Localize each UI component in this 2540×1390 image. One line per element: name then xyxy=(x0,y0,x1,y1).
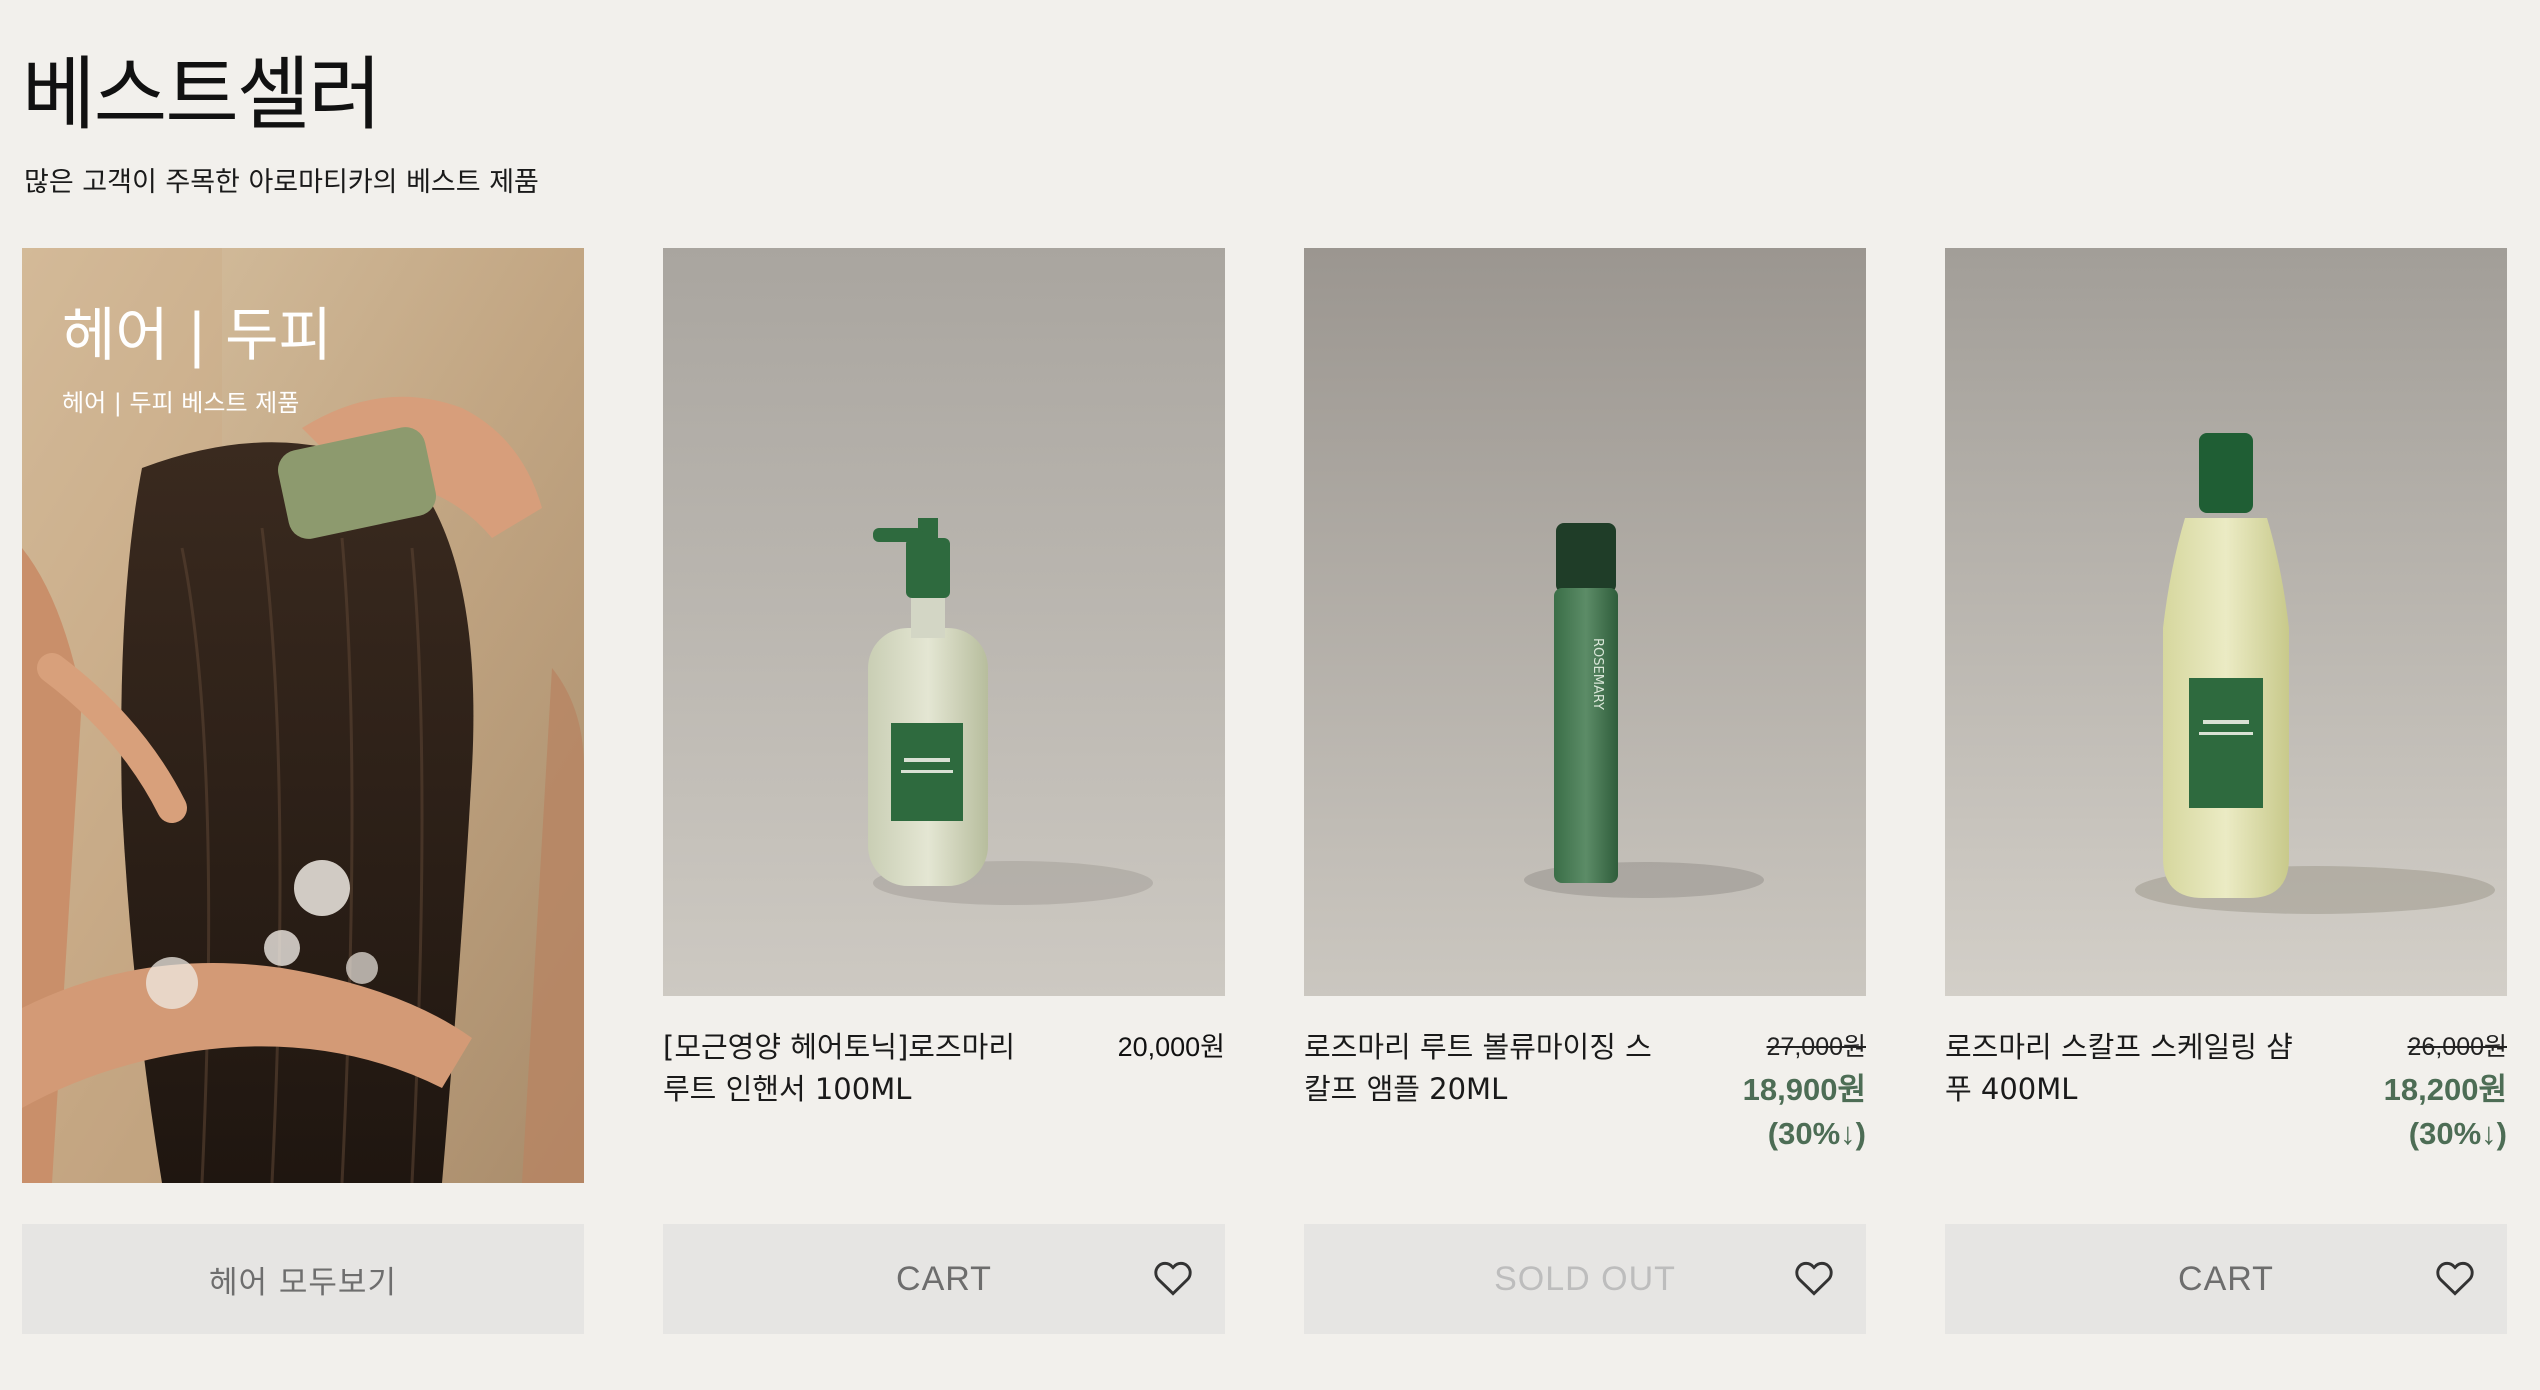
sold-out-label: SOLD OUT xyxy=(1494,1259,1676,1298)
product-card-2: ROSEMARY 로즈마리 루트 볼류마이징 스칼프 앰플 20ML 27,00… xyxy=(1304,248,1866,1183)
product-card-3: 로즈마리 스칼프 스케일링 샴푸 400ML 26,000원 18,200원 (… xyxy=(1945,248,2507,1183)
product-name[interactable]: 로즈마리 루트 볼류마이징 스칼프 앰플 20ML xyxy=(1304,1026,1674,1110)
sold-out-button[interactable]: SOLD OUT xyxy=(1304,1224,1866,1334)
hair-banner[interactable]: 헤어 | 두피 헤어 | 두피 베스트 제품 xyxy=(22,248,584,1183)
product-image[interactable] xyxy=(663,248,1225,996)
cart-button-label[interactable]: CART xyxy=(896,1260,992,1299)
sale-price: 18,200원 xyxy=(2383,1072,2507,1107)
heart-icon[interactable] xyxy=(1151,1256,1195,1300)
product-image[interactable] xyxy=(1945,248,2507,996)
original-price: 27,000원 xyxy=(1766,1033,1866,1061)
cart-button[interactable]: CART xyxy=(1945,1224,2507,1334)
product-card-1: [모근영양 헤어토닉]로즈마리 루트 인핸서 100ML 20,000원 xyxy=(663,248,1225,1183)
heart-icon[interactable] xyxy=(2433,1256,2477,1300)
original-price: 26,000원 xyxy=(2407,1033,2507,1061)
product-info[interactable]: 로즈마리 스칼프 스케일링 샴푸 400ML 26,000원 18,200원 (… xyxy=(1945,996,2507,1183)
banner-image[interactable]: 헤어 | 두피 헤어 | 두피 베스트 제품 xyxy=(22,248,584,1183)
sale-price: 18,900원 xyxy=(1742,1072,1866,1107)
page-subtitle: 많은 고객이 주목한 아로마티카의 베스트 제품 xyxy=(24,167,539,198)
scalp-ampoule-photo: ROSEMARY xyxy=(1304,248,1866,996)
product-price: 20,000원 xyxy=(1117,1032,1225,1062)
cart-button-label[interactable]: CART xyxy=(2178,1260,2274,1299)
banner-heading: 헤어 | 두피 xyxy=(62,301,332,369)
view-all-hair-button[interactable]: 헤어 모두보기 xyxy=(22,1224,584,1334)
product-info[interactable]: [모근영양 헤어토닉]로즈마리 루트 인핸서 100ML 20,000원 xyxy=(663,996,1225,1183)
product-info[interactable]: 로즈마리 루트 볼류마이징 스칼프 앰플 20ML 27,000원 18,900… xyxy=(1304,996,1866,1183)
discount-rate: (30%↓) xyxy=(1767,1116,1866,1151)
cart-button[interactable]: CART xyxy=(663,1224,1225,1334)
discount-rate: (30%↓) xyxy=(2408,1116,2507,1151)
banner-caption: 헤어 | 두피 베스트 제품 xyxy=(62,389,300,417)
heart-icon[interactable] xyxy=(1792,1256,1836,1300)
root-enhancer-bottle-photo xyxy=(663,248,1225,996)
bestseller-section: 베스트셀러 많은 고객이 주목한 아로마티카의 베스트 제품 헤어 | 두피 헤… xyxy=(0,0,2540,1390)
svg-text:ROSEMARY: ROSEMARY xyxy=(1590,638,1605,710)
price-block: 20,000원 xyxy=(1118,1026,1225,1068)
product-image[interactable]: ROSEMARY xyxy=(1304,248,1866,996)
product-name[interactable]: [모근영양 헤어토닉]로즈마리 루트 인핸서 100ML xyxy=(663,1026,1033,1110)
page-title: 베스트셀러 xyxy=(22,48,382,141)
price-block: 26,000원 18,200원 (30%↓) xyxy=(2384,1026,2507,1156)
product-name[interactable]: 로즈마리 스칼프 스케일링 샴푸 400ML xyxy=(1945,1026,2315,1110)
price-block: 27,000원 18,900원 (30%↓) xyxy=(1743,1026,1866,1156)
scaling-shampoo-photo xyxy=(1945,248,2507,996)
